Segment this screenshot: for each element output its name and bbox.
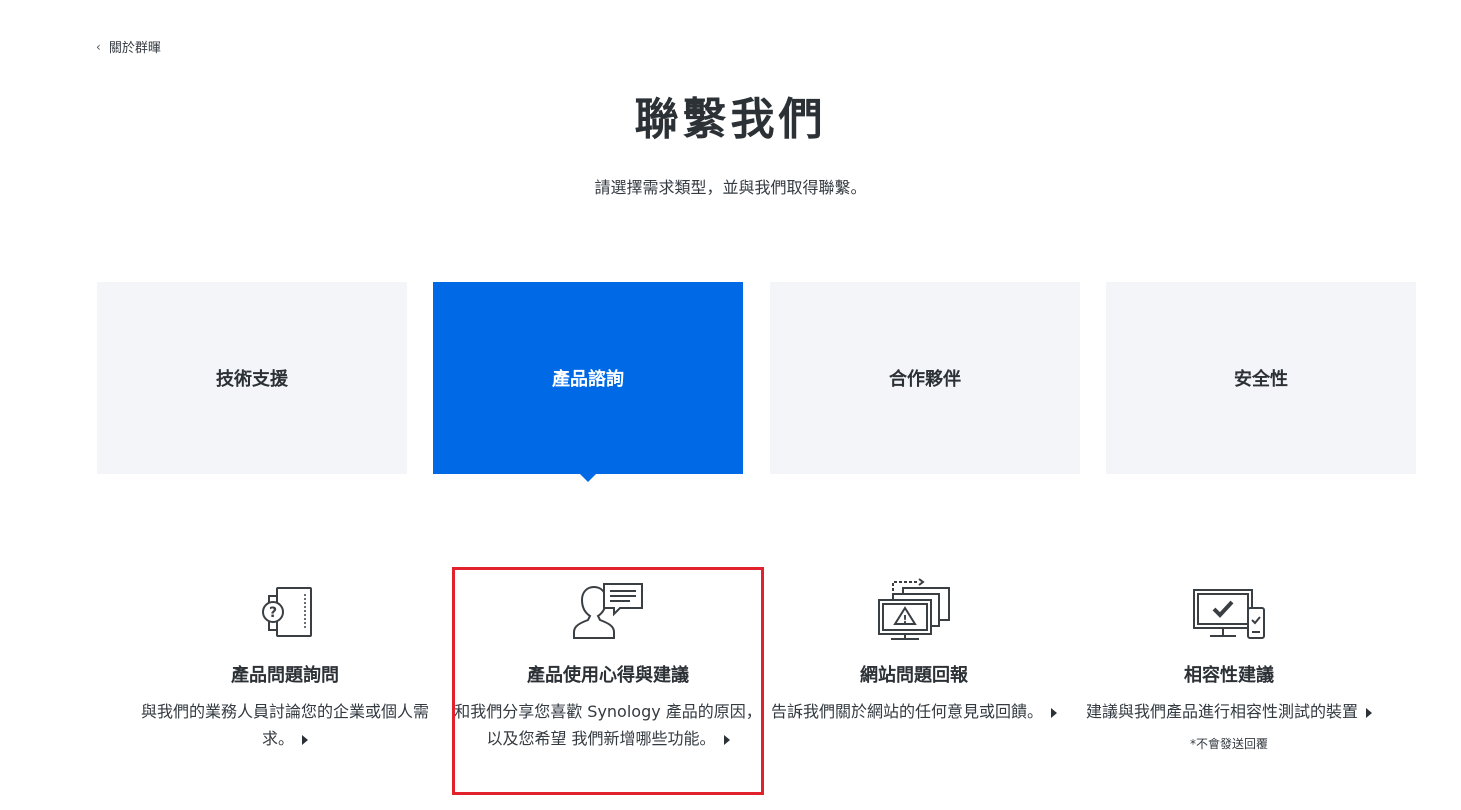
tab-technical-support[interactable]: 技術支援 xyxy=(97,282,407,474)
arrow-right-icon xyxy=(1366,707,1372,718)
option-compatibility[interactable]: 相容性建議 建議與我們產品進行相容性測試的裝置 *不會發送回覆 xyxy=(1079,580,1379,752)
tab-partners[interactable]: 合作夥伴 xyxy=(770,282,1080,474)
tab-label: 合作夥伴 xyxy=(889,369,961,390)
option-website-issue[interactable]: ! 網站問題回報 告訴我們關於網站的任何意見或回饋。 xyxy=(764,578,1064,725)
option-title: 產品問題詢問 xyxy=(231,665,339,686)
tab-product-inquiry[interactable]: 產品諮詢 xyxy=(433,282,743,482)
page-title: 聯繫我們 xyxy=(634,94,827,145)
active-tab-pointer xyxy=(580,474,596,482)
svg-text:?: ? xyxy=(269,605,277,621)
arrow-right-icon xyxy=(1051,707,1057,718)
option-title: 網站問題回報 xyxy=(860,665,968,686)
tab-label: 產品諮詢 xyxy=(552,369,624,390)
option-description: 告訴我們關於網站的任何意見或回饋。 xyxy=(764,698,1064,725)
tab-security[interactable]: 安全性 xyxy=(1106,282,1416,474)
option-description: 建議與我們產品進行相容性測試的裝置 xyxy=(1079,698,1379,725)
option-description: 和我們分享您喜歡 Synology 產品的原因，以及您希望 我們新增哪些功能。 xyxy=(454,702,762,748)
contact-page: ‹ 關於群暉 聯繫我們 請選擇需求類型，並與我們取得聯繫。 技術支援 產品諮詢 … xyxy=(0,0,1461,810)
option-title: 相容性建議 xyxy=(1184,665,1274,686)
option-title: 產品使用心得與建議 xyxy=(527,665,689,686)
arrow-right-icon xyxy=(723,734,730,745)
option-description: 與我們的業務人員討論您的企業或個人需求。 xyxy=(140,702,429,748)
option-product-question[interactable]: ? 產品問題詢問 與我們的業務人員討論您的企業或個人需求。 xyxy=(135,580,435,752)
user-chat-icon xyxy=(573,583,643,639)
chevron-left-icon: ‹ xyxy=(96,39,101,54)
category-tabs: 技術支援 產品諮詢 合作夥伴 安全性 xyxy=(97,282,1417,482)
tab-label: 技術支援 xyxy=(216,369,288,390)
back-link[interactable]: ‹ 關於群暉 xyxy=(96,37,161,57)
website-warning-icon: ! xyxy=(878,578,950,640)
svg-text:!: ! xyxy=(902,613,907,626)
arrow-right-icon xyxy=(302,734,308,745)
tab-label: 安全性 xyxy=(1234,369,1288,390)
no-reply-note: *不會發送回覆 xyxy=(1189,737,1268,751)
compatibility-check-icon xyxy=(1193,589,1265,639)
page-subtitle: 請選擇需求類型，並與我們取得聯繫。 xyxy=(594,178,867,197)
back-link-label: 關於群暉 xyxy=(108,41,161,56)
device-question-icon: ? xyxy=(262,587,312,637)
option-product-feedback[interactable]: 產品使用心得與建議 和我們分享您喜歡 Synology 產品的原因，以及您希望 … xyxy=(450,580,766,752)
